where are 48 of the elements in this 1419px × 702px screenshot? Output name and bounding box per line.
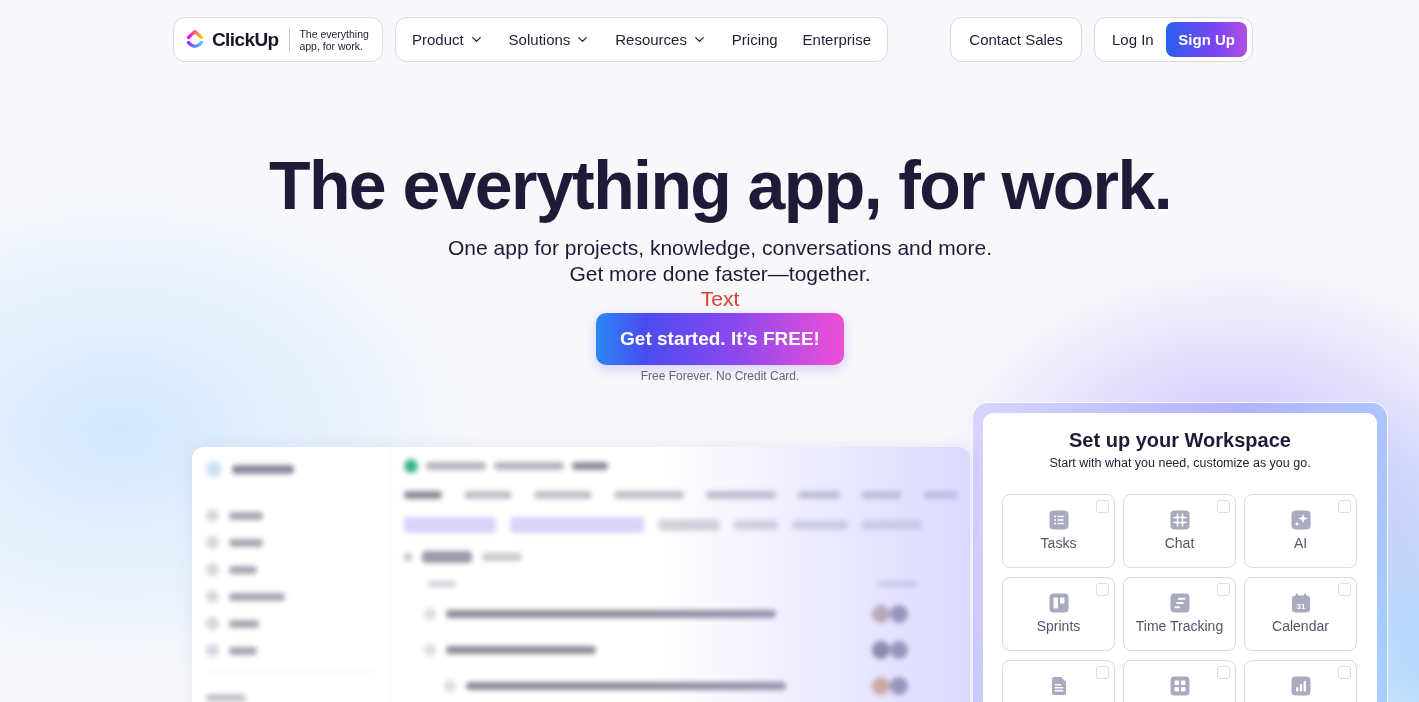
nav-menu-link[interactable]: Product (412, 31, 484, 48)
list-icon (1048, 510, 1069, 530)
hero-subtitle: Get more done faster—together. (569, 261, 871, 287)
checkbox[interactable] (1338, 666, 1351, 679)
nav-link[interactable]: Enterprise (802, 31, 871, 48)
workspace-option[interactable]: AI (1244, 494, 1357, 568)
get-started-button[interactable]: Get started. It’s FREE! (596, 313, 844, 365)
option-label: Time Tracking (1135, 617, 1224, 635)
workspace-option[interactable]: Time Tracking (1123, 577, 1236, 651)
sparkle-icon (1290, 510, 1311, 530)
option-label: Sprints (1036, 617, 1081, 635)
logo-link[interactable]: ClickUp The everything app, for work. (173, 17, 383, 62)
workspace-option[interactable]: Chat (1123, 494, 1236, 568)
card-title: Set up your Workspace (1068, 428, 1292, 452)
hash-icon (1169, 510, 1190, 530)
nav-menu-link[interactable]: Solutions (508, 31, 591, 48)
card-subtitle: Start with what you need, customize as you go. (1048, 455, 1312, 471)
checkbox[interactable] (1217, 500, 1230, 513)
workspace-option[interactable]: 31 Calendar (1244, 577, 1357, 651)
nav-link[interactable]: Pricing (731, 31, 778, 48)
tagline: The everything app, for work. (299, 27, 370, 52)
grid-icon (1169, 676, 1190, 696)
checkbox[interactable] (1338, 500, 1351, 513)
board-icon (1048, 593, 1069, 613)
login-link[interactable]: Log In (1112, 31, 1154, 48)
option-label: AI (1293, 534, 1308, 552)
option-label: Chat (1164, 534, 1195, 552)
contact-sales-button[interactable]: Contact Sales (950, 17, 1082, 62)
bar-chart-icon (1290, 676, 1311, 696)
calendar-icon: 31 (1290, 593, 1311, 613)
checkbox[interactable] (1096, 666, 1109, 679)
checkbox[interactable] (1096, 500, 1109, 513)
option-label: Tasks (1040, 534, 1077, 552)
overlay-label: Text (700, 288, 740, 310)
cta-note: Free Forever. No Credit Card. (640, 368, 800, 384)
workspace-option[interactable]: Sprints (1002, 577, 1115, 651)
signup-button[interactable]: Sign Up (1166, 22, 1247, 57)
hero-subtitle: One app for projects, knowledge, conversations and more. (448, 235, 992, 261)
checkbox[interactable] (1217, 583, 1230, 596)
checkbox[interactable] (1338, 583, 1351, 596)
workspace-option[interactable]: Tasks (1002, 494, 1115, 568)
logo-icon (186, 29, 204, 50)
checkbox[interactable] (1217, 666, 1230, 679)
option-label: Calendar (1272, 617, 1329, 635)
nav-menu-link[interactable]: Resources (615, 31, 707, 48)
brand-name: ClickUp (212, 28, 279, 51)
lines-icon (1169, 593, 1190, 613)
checkbox[interactable] (1096, 583, 1109, 596)
